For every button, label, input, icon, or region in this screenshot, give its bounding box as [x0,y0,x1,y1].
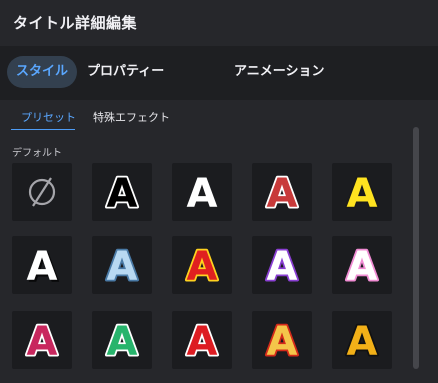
sub-tab-bar: プリセット 特殊エフェクト [0,100,438,134]
svg-text:A: A [347,244,378,290]
preset-letter-preview: A [345,242,380,292]
panel-title: タイトル詳細編集 [13,14,138,32]
preset-tile-white-pink-outline[interactable]: A [332,236,392,294]
preset-tile-crimson-white-outline[interactable]: A [12,311,72,369]
preset-grid: AAAAAAAAAAAAAAA [12,163,392,383]
svg-text:A: A [107,171,138,217]
svg-text:A: A [107,319,138,365]
svg-text:A: A [187,319,218,365]
preset-letter-preview: A [265,317,300,367]
preset-tile-gold-red-outline[interactable]: A [252,311,312,369]
preset-letter-preview: A [185,242,220,292]
preset-tile-plain-white[interactable]: A [172,163,232,221]
vertical-scrollbar[interactable] [413,127,419,369]
svg-text:A: A [187,171,218,217]
svg-text:A: A [267,244,298,290]
preset-tile-white-shadow[interactable]: AA [12,236,72,294]
preset-letter-preview: A [105,242,140,292]
subtab-presets[interactable]: プリセット [21,109,76,125]
empty-set-icon [28,177,56,207]
tab-style[interactable]: スタイル [7,56,78,88]
svg-text:A: A [187,244,218,290]
preset-letter-preview: A [345,169,380,219]
preset-tile-outline-white[interactable]: A [92,163,152,221]
preset-letter-preview: A [187,171,218,217]
preset-letter-preview: A [265,242,300,292]
preset-tile-white-purple-outline[interactable]: A [252,236,312,294]
preset-letter-preview: AA [27,244,60,292]
preset-letter-preview: A [25,317,60,367]
preset-tile-gold-black-outline[interactable]: A [332,311,392,369]
tab-animation[interactable]: アニメーション [225,56,333,88]
svg-text:A: A [27,319,58,365]
preset-letter-preview: A [265,169,300,219]
preset-letter-preview: A [345,317,380,367]
svg-text:A: A [107,244,138,290]
preset-tile-red-white-thick[interactable]: A [172,311,232,369]
preset-tile-yellow-black-outline[interactable]: A [332,163,392,221]
svg-text:A: A [27,244,58,290]
preset-tile-light-blue[interactable]: A [92,236,152,294]
tab-properties[interactable]: プロパティー [78,56,173,88]
svg-text:A: A [347,171,378,217]
svg-text:A: A [347,319,378,365]
preset-letter-preview: A [105,169,140,219]
svg-text:A: A [267,319,298,365]
preset-tile-none[interactable] [12,163,72,221]
svg-text:A: A [267,171,298,217]
preset-tile-green-white-outline[interactable]: A [92,311,152,369]
preset-tile-red-white-outline[interactable]: A [252,163,312,221]
section-label-default: デフォルト [12,148,62,159]
active-subtab-indicator [11,129,75,130]
title-bar: タイトル詳細編集 [0,0,438,46]
main-tab-bar: スタイル プロパティー アニメーション [0,46,438,100]
preset-letter-preview: A [185,317,220,367]
subtab-special-effects[interactable]: 特殊エフェクト [93,109,170,125]
preset-tile-red-yellow-outline[interactable]: A [172,236,232,294]
preset-letter-preview: A [105,317,140,367]
